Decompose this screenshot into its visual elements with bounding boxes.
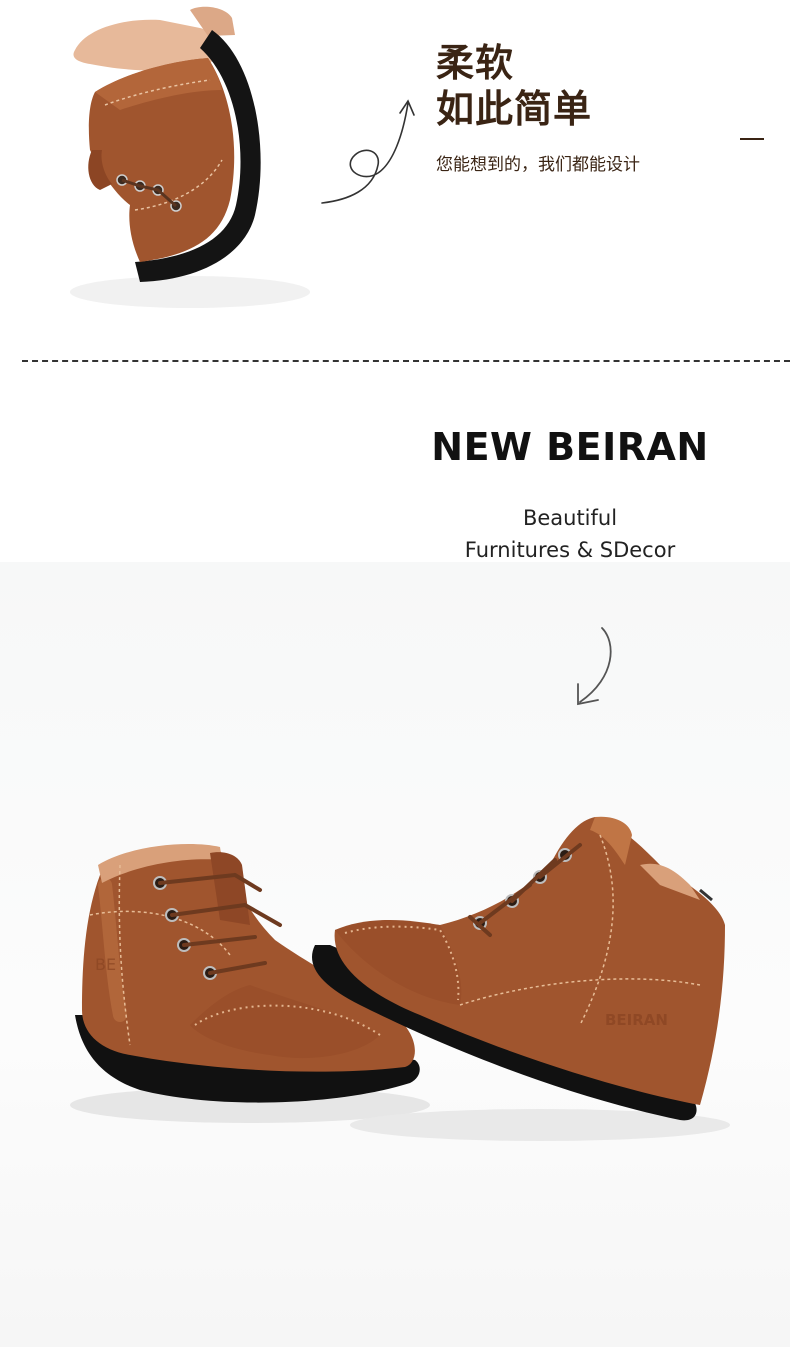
hero-headline-line2: 如此简单 [436,87,593,131]
hero-headline-line1: 柔软 [436,41,515,85]
boots-pair-image: BE BEIRAN [70,816,730,1141]
brand-tagline-line1: Beautiful [522,506,618,530]
hero-headline-block: 柔软 如此简单 您能想到的，我们都能设计 [436,40,776,175]
hero-section: 柔软 如此简单 您能想到的，我们都能设计 [0,0,790,330]
section-divider [22,360,790,362]
hero-subheadline: 您能想到的，我们都能设计 [436,155,640,175]
svg-text:BE: BE [95,955,116,974]
decorative-dash [740,138,764,140]
curved-arrow-icon [577,627,612,706]
shoe-logo-text: BEIRAN [605,1011,668,1029]
flexible-shoe-image [70,6,310,308]
brand-title: NEW BEIRAN [431,425,709,469]
brand-tagline: Beautiful Furnitures & SDecor [400,502,740,566]
swirl-arrow-icon [321,99,415,204]
